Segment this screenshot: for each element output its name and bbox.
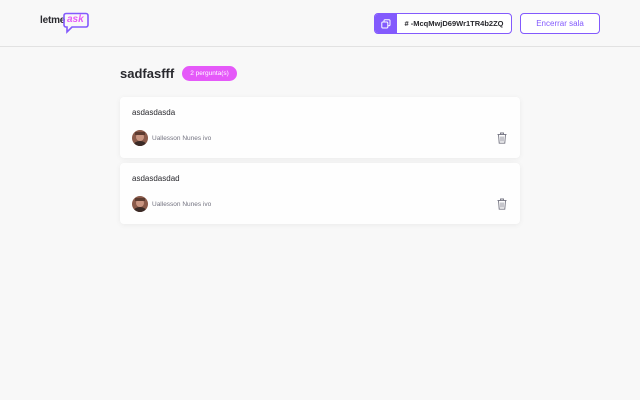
copy-icon[interactable] bbox=[375, 14, 397, 33]
author-name: Uallesson Nunes ivo bbox=[152, 200, 212, 208]
trash-icon[interactable] bbox=[497, 131, 507, 144]
author-name: Uallesson Nunes ivo bbox=[152, 134, 212, 142]
room-title-row: sadfasfff 2 pergunta(s) bbox=[120, 64, 237, 82]
trash-icon[interactable] bbox=[497, 197, 507, 210]
logo-accent-text: ask bbox=[67, 14, 84, 25]
question-card: asdasdasda Uallesson Nunes ivo bbox=[120, 97, 520, 158]
header: letme ask # -McqMwjD69Wr1TR4b2ZQ Encerra… bbox=[0, 0, 640, 47]
room-code-label: # -McqMwjD69Wr1TR4b2ZQ bbox=[404, 19, 504, 28]
room-code-button[interactable]: # -McqMwjD69Wr1TR4b2ZQ bbox=[374, 13, 512, 34]
question-list: asdasdasda Uallesson Nunes ivo asdasdasd… bbox=[120, 97, 520, 229]
logo-text: letme bbox=[40, 15, 66, 26]
question-author: Uallesson Nunes ivo bbox=[132, 130, 211, 146]
question-content: asdasdasda bbox=[132, 108, 176, 117]
question-author: Uallesson Nunes ivo bbox=[132, 196, 211, 212]
avatar bbox=[132, 196, 148, 212]
logo: letme ask bbox=[40, 12, 89, 36]
question-count-badge: 2 pergunta(s) bbox=[182, 65, 237, 81]
question-content: asdasdasdad bbox=[132, 174, 180, 183]
close-room-button[interactable]: Encerrar sala bbox=[520, 13, 600, 34]
room-title: sadfasfff bbox=[120, 65, 175, 81]
avatar bbox=[132, 130, 148, 146]
question-card: asdasdasdad Uallesson Nunes ivo bbox=[120, 163, 520, 224]
